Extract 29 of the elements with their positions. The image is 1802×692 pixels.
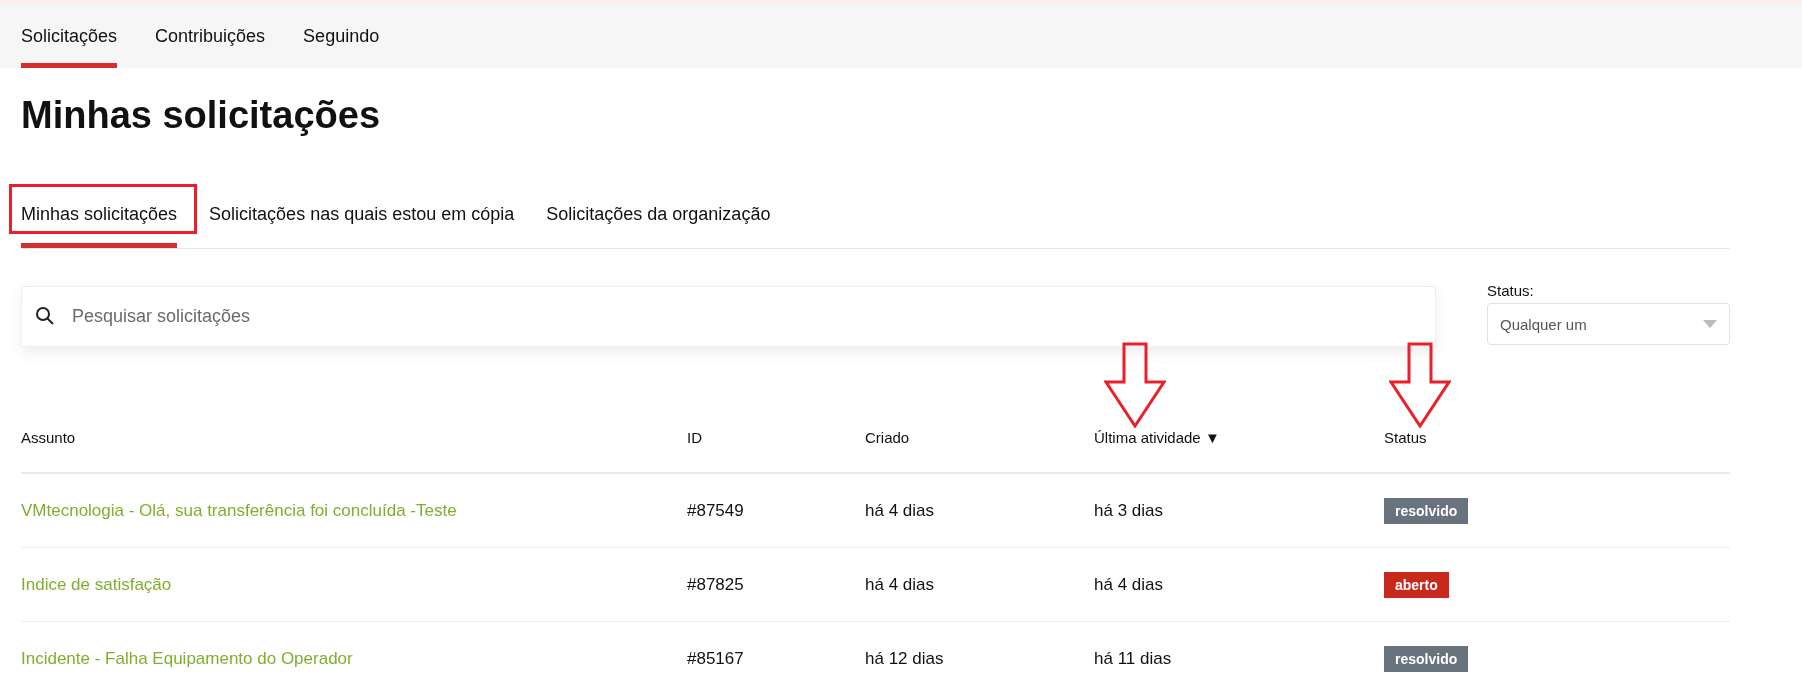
- tab[interactable]: Solicitações da organização: [546, 178, 771, 248]
- column-header: Assunto: [21, 429, 76, 446]
- caret-icon: [1703, 320, 1717, 328]
- nav-tab[interactable]: Contribuições: [155, 4, 266, 68]
- request-id: #85167: [687, 648, 744, 668]
- status-dropdown[interactable]: Qualquer um: [1487, 303, 1730, 345]
- page-title: Minhas solicitações: [21, 93, 381, 138]
- last-activity-date: há 11 dias: [1094, 648, 1172, 668]
- status-badge: aberto: [1384, 571, 1449, 598]
- status-badge: resolvido: [1384, 497, 1469, 524]
- created-date: há 4 dias: [865, 574, 934, 594]
- column-header: ID: [687, 429, 702, 446]
- column-header[interactable]: Última atividade ▼: [1094, 429, 1220, 446]
- request-id: #87825: [687, 574, 744, 594]
- column-header: Criado: [865, 429, 910, 446]
- search-icon: [35, 306, 55, 326]
- status-badge: resolvido: [1384, 645, 1469, 672]
- nav-tab[interactable]: Seguindo: [303, 4, 380, 68]
- created-date: há 12 dias: [865, 648, 944, 668]
- search-field[interactable]: Pesquisar solicitações: [21, 286, 1436, 347]
- request-id: #87549: [687, 500, 744, 520]
- status-label: Status:: [1487, 282, 1535, 299]
- column-header: Status: [1384, 429, 1427, 446]
- tab[interactable]: Minhas solicitações: [21, 178, 178, 248]
- last-activity-date: há 4 dias: [1094, 574, 1163, 594]
- tab[interactable]: Solicitações nas quais estou em cópia: [209, 178, 515, 248]
- last-activity-date: há 3 dias: [1094, 500, 1163, 520]
- created-date: há 4 dias: [865, 500, 934, 520]
- nav-tab[interactable]: Solicitações: [21, 4, 118, 68]
